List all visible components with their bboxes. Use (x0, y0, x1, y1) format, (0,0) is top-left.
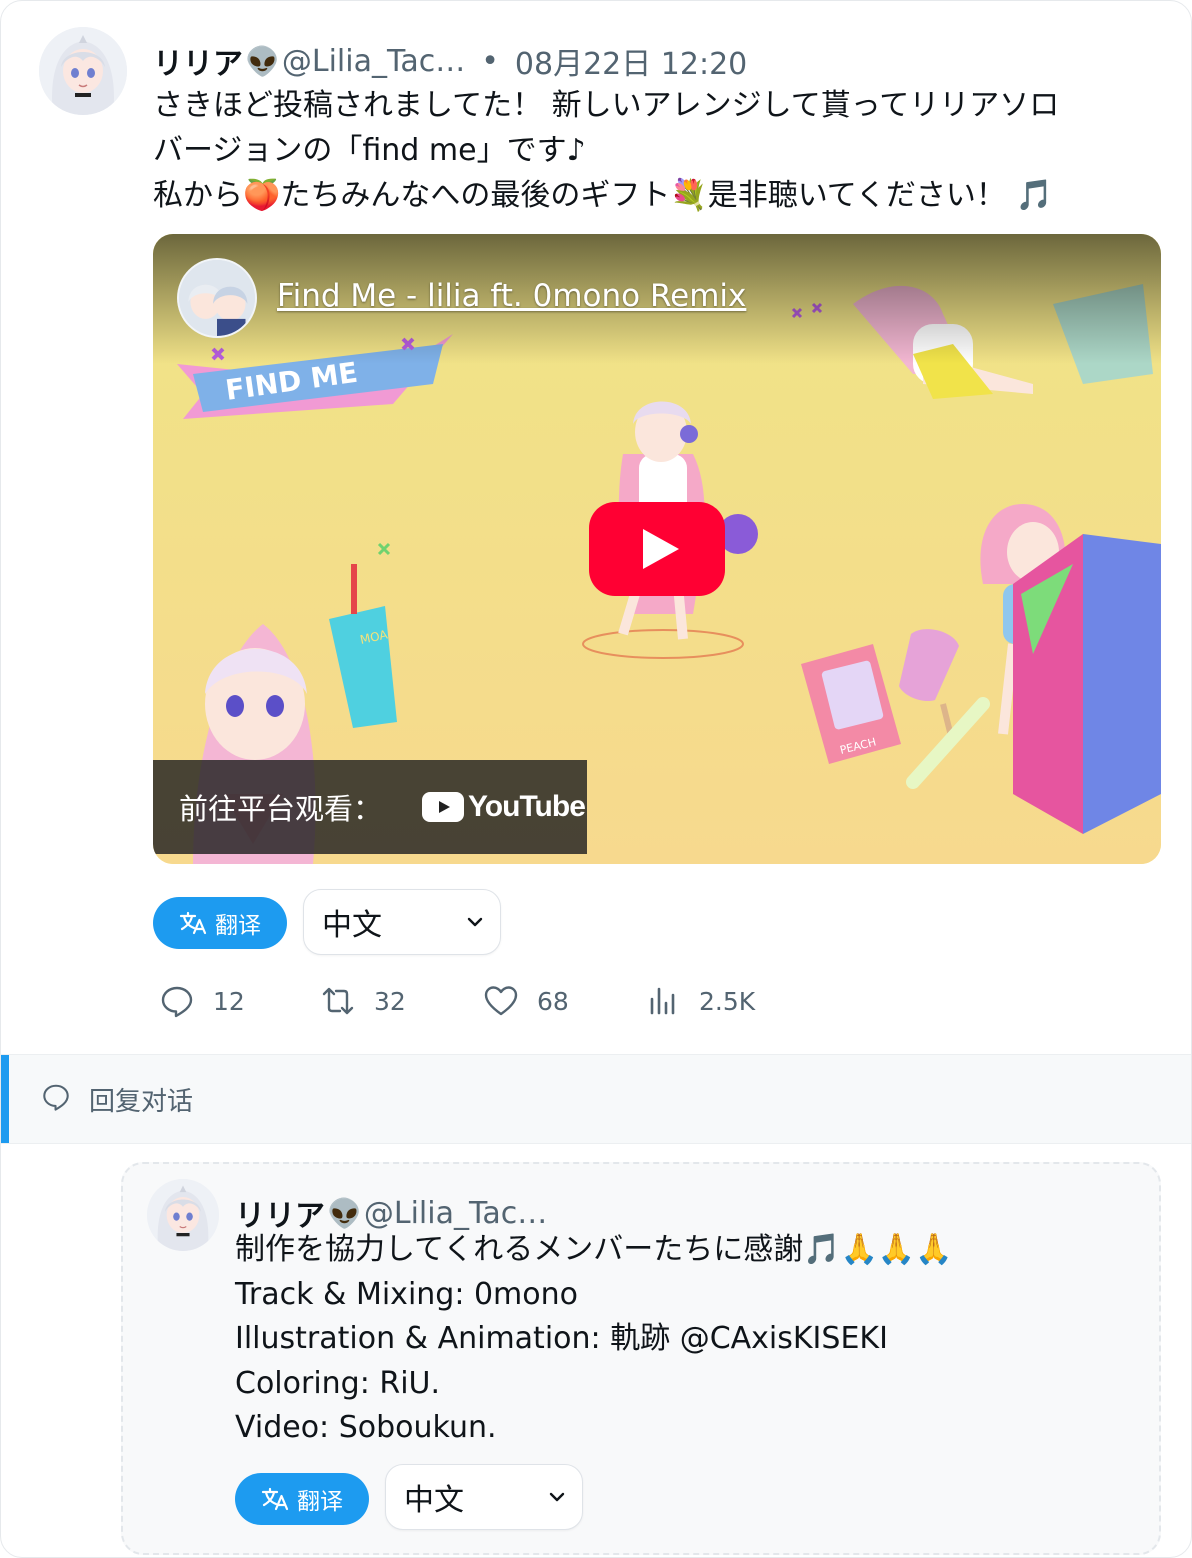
translate-icon (179, 911, 207, 935)
tweet-text-line: 私から🍑たちみんなへの最後のギフト💐是非聴いてください！ 🎵 (153, 178, 1053, 213)
reply-button[interactable]: 12 (159, 983, 320, 1019)
alien-emoji: 👽 (327, 1196, 362, 1230)
tweet-timestamp[interactable]: 08月22日 12:20 (515, 39, 747, 83)
reply-text-line: Coloring: RiU. (235, 1365, 441, 1401)
retweet-icon (320, 983, 356, 1019)
display-name[interactable]: リリア (153, 39, 243, 83)
views-count: 2.5K (699, 986, 756, 1016)
retweet-button[interactable]: 32 (320, 983, 483, 1019)
video-title-link[interactable]: Find Me - lilia ft. 0mono Remix (277, 278, 746, 314)
watch-on-youtube-button[interactable]: 前往平台观看： YouTube (153, 760, 587, 854)
translate-button[interactable]: 翻译 (235, 1473, 369, 1525)
reply-bar-accent (1, 1055, 9, 1143)
youtube-wordmark: YouTube (468, 790, 586, 823)
retweet-count: 32 (374, 986, 406, 1016)
language-select[interactable]: 中文 (303, 889, 501, 955)
reply-conversation-bar[interactable]: 回复对话 (1, 1054, 1191, 1144)
tweet-text-line: さきほど投稿されましてた！ 新しいアレンジして貰ってリリアソロ (153, 88, 1060, 123)
alien-emoji: 👽 (245, 44, 280, 78)
like-icon (483, 983, 519, 1019)
separator-dot: • (481, 43, 499, 79)
reply-text-line: Track & Mixing: 0mono (235, 1276, 579, 1312)
reply-text-line: 制作を協力してくれるメンバーたちに感謝🎵🙏🙏🙏 (235, 1232, 953, 1267)
translate-label: 翻译 (297, 1489, 343, 1515)
avatar[interactable] (39, 27, 127, 115)
reply-header: リリア 👽 @Lilia_Tac… (235, 1193, 547, 1235)
tweet-text: さきほど投稿されましてた！ 新しいアレンジして貰ってリリアソロ バージョンの「f… (153, 83, 1163, 218)
watch-on-label: 前往平台观看： (179, 792, 383, 826)
selected-language: 中文 (404, 1483, 464, 1518)
reply-text: 制作を協力してくれるメンバーたちに感謝🎵🙏🙏🙏 Track & Mixing: … (235, 1228, 1135, 1451)
youtube-logo-icon: YouTube (422, 790, 586, 824)
tweet-actions: 12 32 68 2.5K (159, 981, 755, 1021)
like-button[interactable]: 68 (483, 983, 645, 1019)
chevron-down-icon (466, 916, 484, 928)
views-button[interactable]: 2.5K (645, 983, 755, 1019)
translate-button[interactable]: 翻译 (153, 897, 287, 949)
reply-icon (159, 983, 195, 1019)
reply-conversation-label: 回复对话 (89, 1086, 194, 1117)
user-handle[interactable]: @Lilia_Tac… (364, 1196, 547, 1231)
tweet-header: リリア 👽 @Lilia_Tac… • 08月22日 12:20 (153, 39, 747, 83)
reply-count: 12 (213, 986, 245, 1016)
user-handle[interactable]: @Lilia_Tac… (282, 44, 465, 79)
selected-language: 中文 (322, 908, 382, 943)
play-button-icon[interactable] (589, 502, 725, 596)
reply-text-line: Illustration & Animation: 軌跡 @CAxisKISEK… (235, 1321, 888, 1356)
channel-avatar[interactable] (177, 258, 257, 338)
youtube-embed[interactable]: FIND ME MOA PEACH Find Me - lilia ft. 0m… (153, 234, 1161, 864)
avatar[interactable] (147, 1179, 219, 1251)
chat-bubble-icon (41, 1082, 71, 1116)
language-select[interactable]: 中文 (385, 1464, 583, 1530)
views-icon (645, 983, 681, 1019)
chevron-down-icon (548, 1491, 566, 1503)
tweet-text-line: バージョンの「find me」です♪ (153, 133, 586, 168)
translate-label: 翻译 (215, 913, 261, 939)
translate-icon (261, 1487, 289, 1511)
reply-text-line: Video: Soboukun. (235, 1410, 497, 1445)
like-count: 68 (537, 986, 569, 1016)
tweet-card: リリア 👽 @Lilia_Tac… • 08月22日 12:20 さきほど投稿さ… (0, 0, 1192, 1558)
